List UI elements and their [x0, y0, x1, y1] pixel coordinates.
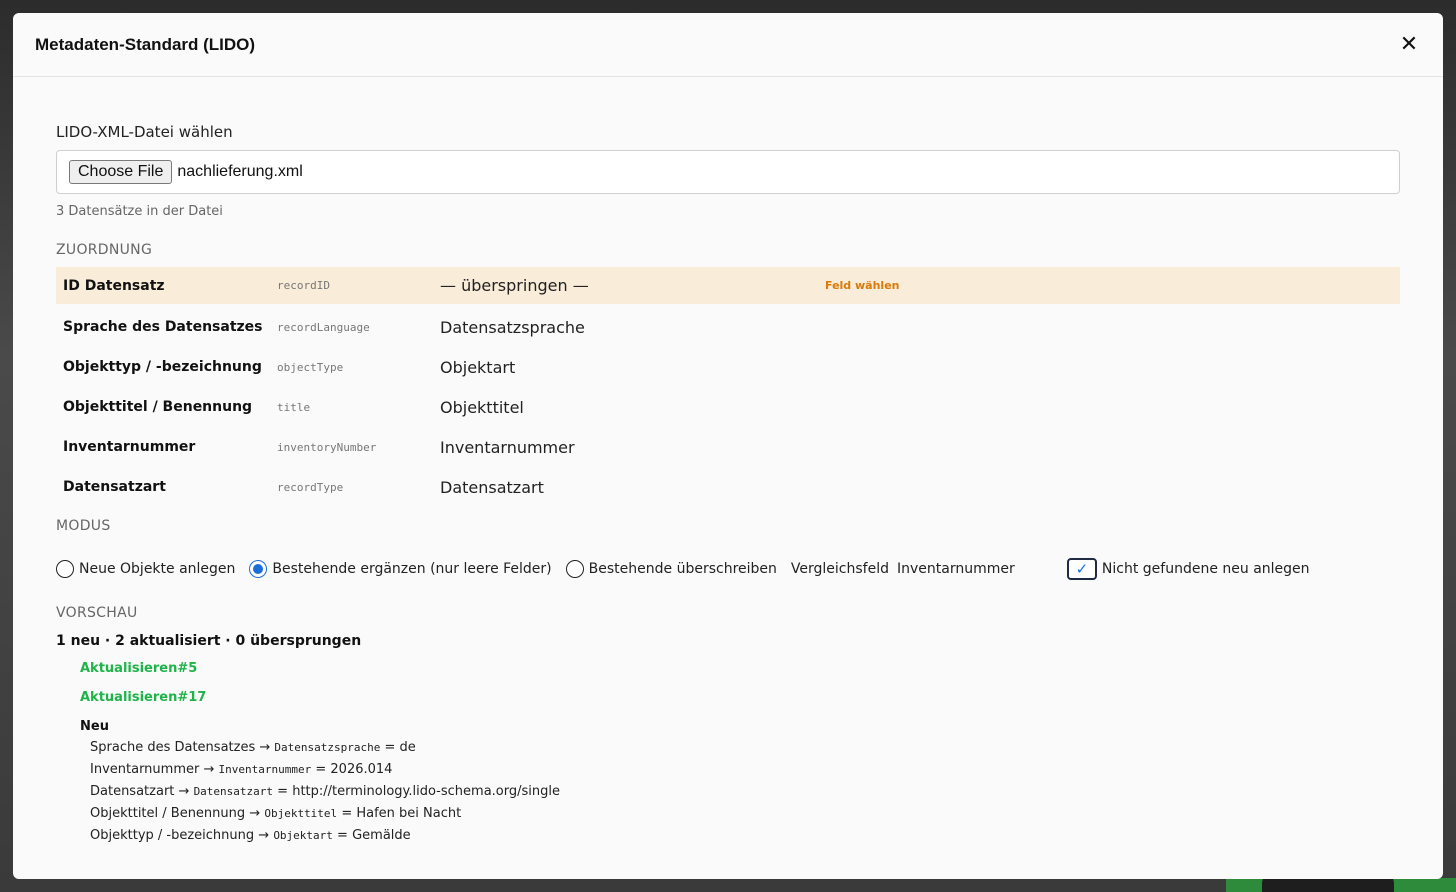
mode-radio-option[interactable]: Bestehende ergänzen (nur leere Felder): [249, 560, 552, 578]
mapping-row-target-select[interactable]: — überspringen —: [440, 276, 825, 295]
compare-field-select[interactable]: Inventarnummer: [897, 561, 1015, 577]
modal-header: Metadaten-Standard (LIDO) ✕: [13, 13, 1443, 77]
mapping-row-hint: Feld wählen: [825, 279, 900, 292]
mapping-row: Datensatzart recordType Datensatzart: [56, 467, 1400, 507]
new-item-value: 2026.014: [330, 762, 393, 777]
new-item-value: Hafen bei Nacht: [356, 806, 462, 821]
new-item: Inventarnummer → Inventarnummer = 2026.0…: [90, 762, 393, 777]
new-item-value: Gemälde: [352, 828, 411, 843]
mapping-row-target-select[interactable]: Objektart: [440, 358, 825, 377]
mapping-row: Objekttyp / -bezeichnung objectType Objekt…: [56, 347, 1400, 387]
mapping-row-label: Objekttyp / -bezeichnung: [63, 359, 262, 375]
mapping-row-target-select[interactable]: Datensatzart: [440, 478, 825, 497]
preview-list: Aktualisieren#5 Aktualisieren#17 Neu Spra…: [56, 661, 1400, 850]
radio-button[interactable]: [56, 560, 74, 578]
new-section-title: Neu: [80, 719, 109, 734]
new-item: Objekttyp / -bezeichnung → Objektart = G…: [90, 828, 411, 843]
mapping-row-label: Inventarnummer: [63, 439, 196, 455]
mode-radio-group: Neue Objekte anlegen Bestehende ergänzen …: [56, 560, 791, 578]
create-missing-option[interactable]: ✓ Nicht gefundene neu anlegen: [1066, 558, 1310, 580]
new-item: Datensatzart → Datensatzart = http://ter…: [90, 784, 560, 799]
mapping-row: Sprache des Datensatzes recordLanguage Dat…: [56, 307, 1400, 347]
mapping-row-key: recordType: [277, 480, 344, 494]
mode-radio-option[interactable]: Neue Objekte anlegen: [56, 560, 235, 578]
compare-field: Vergleichsfeld Inventarnummer: [791, 561, 1067, 577]
mapping-row: Inventarnummer inventoryNumber Inventarnum…: [56, 427, 1400, 467]
new-item-list: Sprache des Datensatzes → Datensatzsprac…: [80, 740, 1400, 850]
mapping-row-label: Objekttitel / Benennung: [63, 399, 253, 415]
new-item-field: Inventarnummer: [90, 762, 200, 777]
new-item-target: Objektart: [273, 829, 333, 842]
new-item-field: Objekttyp / -bezeichnung: [90, 828, 255, 843]
mapping-row: ID Datensatz recordID — überspringen — Feld…: [56, 267, 1400, 304]
checkmark-icon[interactable]: ✓: [1066, 558, 1097, 580]
mapping-row-key: inventoryNumber: [277, 440, 377, 454]
mode-radio-option[interactable]: Bestehende überschreiben: [565, 560, 777, 578]
mapping-row-target-select[interactable]: Datensatzsprache: [440, 318, 825, 337]
new-item-target: Inventarnummer: [218, 763, 312, 776]
choose-file-button[interactable]: Choose File: [69, 160, 173, 184]
new-item-value: de: [399, 740, 416, 755]
mapping-row-label: Datensatzart: [63, 479, 166, 495]
file-input[interactable]: Choose File nachlieferung.xml: [56, 150, 1400, 194]
new-item-field: Sprache des Datensatzes: [90, 740, 256, 755]
mapping-row: Objekttitel / Benennung title Objekttitel: [56, 387, 1400, 427]
radio-label: Neue Objekte anlegen: [79, 561, 236, 577]
radio-label: Bestehende ergänzen (nur leere Felder): [272, 561, 552, 577]
radio-label: Bestehende überschreiben: [588, 561, 777, 577]
new-item-target: Datensatzart: [193, 785, 274, 798]
new-item: Sprache des Datensatzes → Datensatzsprac…: [90, 740, 416, 755]
mapping-row-key: recordLanguage: [277, 320, 370, 334]
mapping-row-key: objectType: [277, 360, 344, 374]
mapping-section-title: ZUORDNUNG: [56, 242, 153, 258]
compare-field-label: Vergleichsfeld: [790, 561, 889, 577]
modal-title: Metadaten-Standard (LIDO): [35, 34, 256, 54]
update-list: Aktualisieren#5 Aktualisieren#17: [80, 661, 1400, 719]
new-item-field: Objekttitel / Benennung: [90, 806, 246, 821]
mapping-row-key: title: [277, 400, 311, 414]
new-item-target: Datensatzsprache: [274, 741, 381, 754]
update-item: Aktualisieren#5: [80, 661, 198, 676]
new-item-target: Objekttitel: [264, 807, 338, 820]
new-item-value: http://terminology.lido-schema.org/singl…: [292, 784, 560, 799]
mapping-row-label: Sprache des Datensatzes: [63, 319, 263, 335]
radio-button[interactable]: [249, 560, 268, 578]
record-count: 3 Datensätze in der Datei: [56, 204, 223, 219]
close-icon[interactable]: ✕: [1397, 32, 1421, 57]
lido-import-modal: Metadaten-Standard (LIDO) ✕ LIDO-XML-Dat…: [13, 13, 1443, 879]
create-missing-label: Nicht gefundene neu anlegen: [1101, 561, 1310, 577]
file-field-label: LIDO-XML-Datei wählen: [56, 123, 233, 141]
mapping-row-key: recordID: [277, 279, 330, 292]
new-item-field: Datensatzart: [90, 784, 175, 799]
mapping-row-target-select[interactable]: Objekttitel: [440, 398, 825, 417]
modal-body: LIDO-XML-Datei wählen Choose File nachli…: [13, 123, 1443, 850]
preview-summary: 1 neu · 2 aktualisiert · 0 übersprungen: [56, 633, 362, 649]
mapping-row-label: ID Datensatz: [63, 277, 165, 294]
selected-file-name: nachlieferung.xml: [177, 163, 303, 180]
preview-section-title: VORSCHAU: [56, 605, 138, 621]
new-item: Objekttitel / Benennung → Objekttitel = …: [90, 806, 462, 821]
mode-section-title: MODUS: [56, 518, 111, 534]
mode-options: Neue Objekte anlegen Bestehende ergänzen …: [56, 558, 1400, 580]
mapping-row-target-select[interactable]: Inventarnummer: [440, 438, 825, 457]
update-item: Aktualisieren#17: [80, 690, 207, 705]
radio-button[interactable]: [565, 560, 584, 578]
mapping-table: ID Datensatz recordID — überspringen — Feld…: [56, 267, 1400, 507]
